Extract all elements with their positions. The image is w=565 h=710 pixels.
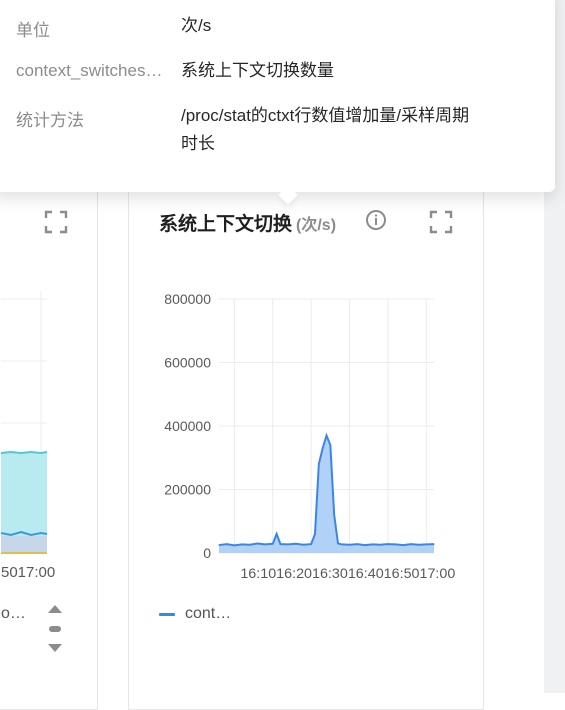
data-point [379,544,381,546]
data-point [418,544,420,546]
pager-indicator [49,626,61,632]
data-point [272,543,274,545]
popover-key: 单位 [16,21,50,40]
left-metric-card: 5017:00 o… [0,180,98,710]
data-point [337,542,339,545]
fullscreen-icon[interactable] [429,210,453,234]
data-point [329,444,331,446]
data-point [425,543,427,546]
chart-legend-item[interactable]: cont… [159,605,231,623]
series-area [219,435,434,553]
card-title: 系统上下文切换 (次/s) [159,214,337,235]
info-icon[interactable] [365,209,387,231]
data-point [287,543,289,546]
legend-label: cont… [185,605,232,622]
pager-down-icon [48,644,62,652]
data-point [333,514,335,516]
y-tick-label: 0 [203,545,211,561]
data-point [318,463,320,465]
data-point [325,434,328,437]
data-point [241,543,243,546]
context-switch-chart: 0 200000 400000 600000 800000 16:1016:2016:30… [164,291,455,581]
popover-key: context_switches… [16,61,163,80]
pager-up-icon [48,605,62,613]
data-point [341,543,343,546]
metric-info-popover: 单位 次/s context_switches… 系统上下文切换数量 统计方法 … [0,0,555,192]
left-chart-cyan-line [0,450,48,455]
x-tick-labels: 16:1016:2016:3016:4016:5017:00 [240,565,455,581]
y-tick-label: 600000 [164,355,211,371]
data-point [356,543,358,545]
popover-value: /proc/stat的ctxt行数值增加量/采样周期时长 [181,106,470,153]
data-point [395,543,397,546]
data-point [433,543,435,545]
data-point [322,447,324,449]
data-point [310,543,312,545]
data-point [371,543,374,546]
popover-value: 次/s [181,16,212,35]
data-point [314,533,316,535]
data-point [302,544,305,546]
data-point [295,543,297,545]
y-tick-label: 200000 [164,482,211,498]
left-legend-item[interactable]: o… [1,605,26,623]
data-point [279,543,282,545]
data-point [226,543,228,545]
data-point [264,543,266,546]
legend-pager[interactable] [47,601,63,661]
card-unit: (次/s) [296,217,337,234]
data-point [218,544,220,546]
legend-swatch [159,612,175,616]
y-tick-label: 400000 [164,418,211,434]
popover-value: 系统上下文切换数量 [181,61,334,80]
data-point [348,544,351,546]
data-point [275,533,278,535]
context-switch-card: 系统上下文切换 (次/s) 0 200000 400000 600000 800000 16… [128,180,484,710]
data-point [249,544,251,546]
data-point [387,543,389,545]
left-chart-blue-area [1,536,47,553]
left-chart [0,291,48,554]
data-point [410,543,412,545]
data-point [233,544,235,546]
data-point [364,544,366,546]
data-point [402,544,404,546]
popover-key: 统计方法 [16,111,84,130]
fullscreen-icon[interactable] [44,210,68,234]
left-chart-x-tick: 5017:00 [1,564,56,581]
data-point [256,542,258,545]
y-tick-label: 800000 [164,291,211,307]
